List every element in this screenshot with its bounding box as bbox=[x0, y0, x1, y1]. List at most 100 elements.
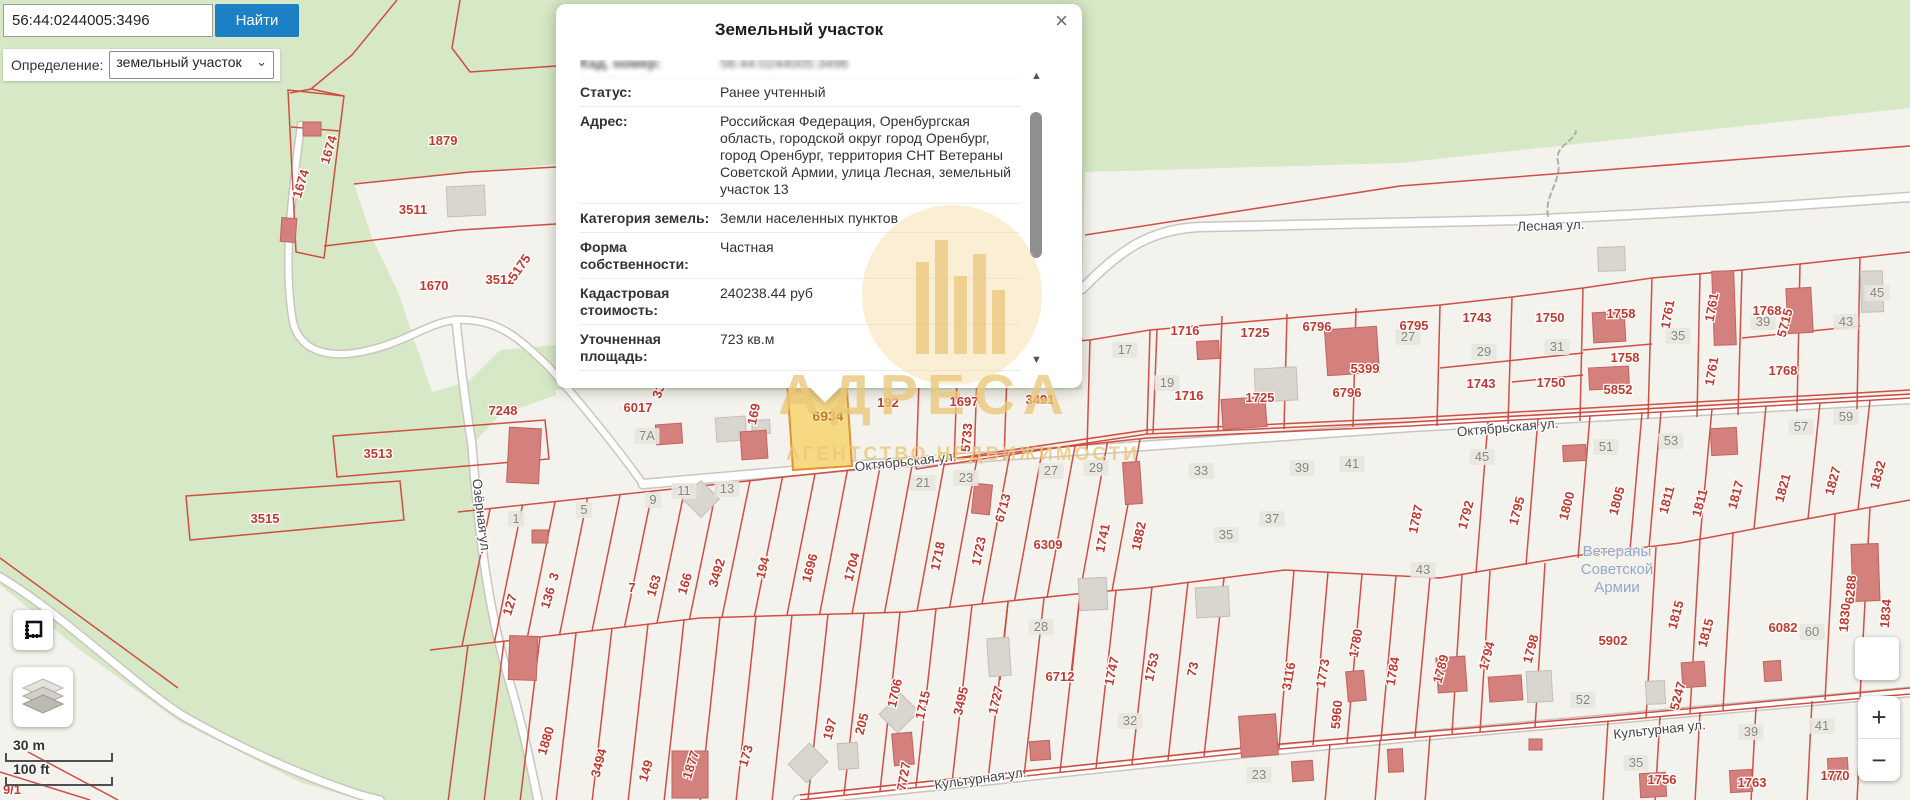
popup-row: Кадастровая стоимость:240238.44 руб bbox=[580, 279, 1020, 325]
house-number: 31 bbox=[1550, 339, 1564, 354]
zoom-in-button[interactable]: + bbox=[1858, 696, 1900, 739]
popup-row: Статус:Ранее учтенный bbox=[580, 78, 1020, 107]
popup-row-value: Ранее учтенный bbox=[720, 84, 1020, 101]
parcel-number: 1758 bbox=[1607, 306, 1636, 321]
parcel-number: 5399 bbox=[1351, 361, 1380, 376]
popup-row-label: Форма собственности: bbox=[580, 239, 720, 273]
house-number: 53 bbox=[1664, 433, 1678, 448]
house-number: 1 bbox=[512, 511, 519, 526]
popup-row-label: Категория земель: bbox=[580, 210, 720, 227]
building bbox=[1346, 670, 1367, 701]
parcel-number: 1670 bbox=[420, 278, 449, 293]
house-number: 41 bbox=[1815, 718, 1829, 733]
building bbox=[1526, 670, 1553, 702]
house-number: 23 bbox=[959, 470, 973, 485]
parcel-number: 3491 bbox=[1026, 392, 1055, 407]
search-button[interactable]: Найти bbox=[215, 4, 299, 37]
parcel-number: 5960 bbox=[1328, 700, 1345, 730]
parcel-number: 1834 bbox=[1877, 598, 1895, 629]
building bbox=[1710, 427, 1737, 455]
popup-row: Категория земель:Земли населенных пункто… bbox=[580, 204, 1020, 233]
house-number: 43 bbox=[1839, 314, 1853, 329]
popup-row: Кад. номер:56:44:0244005:3496 bbox=[580, 60, 1020, 78]
popup-row-value: Частная bbox=[720, 239, 1020, 273]
measure-tool-button[interactable] bbox=[13, 610, 53, 650]
building bbox=[1239, 714, 1279, 757]
parcel-number: 1763 bbox=[1738, 775, 1767, 790]
parcel-number: 3513 bbox=[364, 446, 393, 461]
scrollbar-thumb[interactable] bbox=[1030, 112, 1042, 258]
house-number: 17 bbox=[1118, 342, 1132, 357]
parcel-info-popup: Земельный участок × Кад. номер:56:44:024… bbox=[556, 4, 1082, 388]
building bbox=[740, 430, 768, 460]
parcel-number: 3515 bbox=[251, 511, 280, 526]
building bbox=[1763, 660, 1781, 681]
popup-row-label: Уточненная площадь: bbox=[580, 331, 720, 365]
house-number: 13 bbox=[720, 481, 734, 496]
parcel-number: 6309 bbox=[1034, 537, 1063, 552]
popup-row: Адрес:Российская Федерация, Оренбургская… bbox=[580, 107, 1020, 204]
chevron-down-icon: ⌄ bbox=[256, 54, 267, 70]
parcel-number: 6796 bbox=[1303, 319, 1332, 334]
zoom-out-button[interactable]: − bbox=[1858, 739, 1900, 781]
building bbox=[1029, 740, 1050, 760]
search-input[interactable]: 56:44:0244005:3496 bbox=[3, 4, 213, 37]
popup-row-label: Адрес: bbox=[580, 113, 720, 198]
popup-scrollbar[interactable]: ▲ ▼ bbox=[1028, 70, 1045, 366]
house-number: 43 bbox=[1416, 562, 1430, 577]
search-bar: 56:44:0244005:3496 Найти bbox=[3, 4, 299, 37]
building bbox=[446, 185, 486, 217]
ruler-square-icon bbox=[21, 618, 45, 642]
building bbox=[1197, 340, 1220, 359]
house-number: 27 bbox=[1044, 463, 1058, 478]
parcel-number: 1758 bbox=[1611, 350, 1640, 365]
scroll-down-icon[interactable]: ▼ bbox=[1028, 354, 1045, 366]
parcel-number: 6288 bbox=[1842, 575, 1859, 605]
popup-row-value: Российская Федерация, Оренбургская облас… bbox=[720, 113, 1020, 198]
parcel-number: 1725 bbox=[1241, 325, 1270, 340]
building bbox=[507, 427, 542, 484]
popup-attribute-list: Кад. номер:56:44:0244005:3496Статус:Ране… bbox=[580, 60, 1020, 382]
house-number: 39 bbox=[1744, 724, 1758, 739]
definition-select[interactable]: земельный участок ⌄ bbox=[109, 51, 274, 79]
house-number: 37 bbox=[1265, 511, 1279, 526]
building bbox=[971, 483, 992, 515]
building bbox=[1529, 739, 1542, 750]
house-number: 52 bbox=[1576, 692, 1590, 707]
house-number: 35 bbox=[1671, 328, 1685, 343]
scroll-up-icon[interactable]: ▲ bbox=[1028, 70, 1045, 82]
parcel-number: 5902 bbox=[1599, 633, 1628, 648]
parcel-number: 1743 bbox=[1463, 310, 1492, 325]
popup-title: Земельный участок bbox=[556, 20, 1042, 40]
close-icon[interactable]: × bbox=[1055, 10, 1068, 32]
parcel-number: 1770 bbox=[1821, 768, 1850, 783]
parcel-number: 1697 bbox=[950, 394, 979, 409]
parcel-number: 3511 bbox=[399, 202, 427, 217]
scale-feet-label: 100 ft bbox=[5, 762, 113, 777]
selected-parcel-label: 6934 bbox=[812, 408, 843, 424]
blank-map-button[interactable] bbox=[1855, 637, 1899, 680]
house-number: 7А bbox=[639, 428, 655, 443]
parcel-number: 1750 bbox=[1537, 375, 1566, 390]
parcel-number: 1879 bbox=[429, 133, 458, 148]
house-number: 45 bbox=[1870, 285, 1884, 300]
house-number: 29 bbox=[1477, 344, 1491, 359]
house-number: 21 bbox=[916, 475, 930, 490]
house-number: 9 bbox=[649, 492, 656, 507]
building bbox=[508, 636, 538, 681]
popup-row-value: 723 кв.м bbox=[720, 331, 1020, 365]
parcel-number: 6712 bbox=[1046, 669, 1075, 684]
parcel-number: 7 bbox=[628, 580, 635, 595]
house-number: 28 bbox=[1034, 619, 1048, 634]
parcel-number: 6082 bbox=[1769, 620, 1798, 635]
parcel-number: 1756 bbox=[1648, 772, 1677, 787]
parcel-number: 5852 bbox=[1604, 382, 1633, 397]
house-number: 51 bbox=[1599, 439, 1613, 454]
house-number: 35 bbox=[1629, 755, 1643, 770]
popup-row: Уточненная площадь:723 кв.м bbox=[580, 325, 1020, 371]
house-number: 5 bbox=[580, 502, 587, 517]
parcel-number: 7248 bbox=[489, 403, 518, 418]
popup-row-label: Кад. номер: bbox=[580, 60, 720, 72]
house-number: 60 bbox=[1805, 624, 1819, 639]
layers-button[interactable] bbox=[13, 667, 73, 727]
